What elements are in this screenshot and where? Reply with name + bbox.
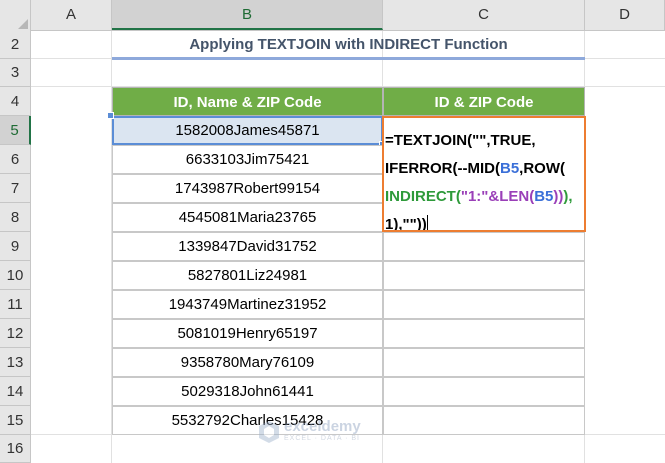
row-header-15[interactable]: 15 (0, 406, 31, 435)
select-all-corner[interactable] (0, 0, 31, 31)
cell-b7[interactable]: 1743987Robert99154 (112, 174, 383, 203)
cell-c15[interactable] (383, 406, 585, 435)
title-underline (112, 57, 585, 60)
cell-b14[interactable]: 5029318John61441 (112, 377, 383, 406)
cell-c11[interactable] (383, 290, 585, 319)
exceldemy-logo-icon (259, 421, 279, 443)
cell-c14[interactable] (383, 377, 585, 406)
row-header-14[interactable]: 14 (0, 377, 31, 406)
selection-handle[interactable] (107, 112, 114, 119)
cell-b11[interactable]: 1943749Martinez31952 (112, 290, 383, 319)
table-header-id-zip[interactable]: ID & ZIP Code (383, 87, 585, 116)
column-header-a[interactable]: A (31, 0, 112, 30)
column-header-b[interactable]: B (112, 0, 383, 30)
formula-line-3-fn: INDIRECT( (385, 188, 461, 205)
cell-c9[interactable] (383, 232, 585, 261)
row-header-9[interactable]: 9 (0, 232, 31, 261)
row-header-7[interactable]: 7 (0, 174, 31, 203)
exceldemy-watermark: exceldemy EXCEL · DATA · BI (258, 418, 408, 448)
cell-b9[interactable]: 1339847David31752 (112, 232, 383, 261)
watermark-tagline: EXCEL · DATA · BI (284, 435, 360, 442)
table-header-id-name-zip[interactable]: ID, Name & ZIP Code (112, 87, 383, 116)
formula-line-4: 1),"")) (385, 216, 427, 232)
watermark-name: exceldemy (284, 418, 361, 435)
cell-b10[interactable]: 5827801Liz24981 (112, 261, 383, 290)
row-header-3[interactable]: 3 (0, 59, 31, 87)
select-all-triangle-icon (18, 19, 28, 29)
row-header-4[interactable]: 4 (0, 87, 31, 116)
formula-line-2-fn: IFERROR(--MID( (385, 160, 500, 177)
cell-c10[interactable] (383, 261, 585, 290)
sheet-title[interactable]: Applying TEXTJOIN with INDIRECT Function (112, 31, 585, 59)
row-header-11[interactable]: 11 (0, 290, 31, 319)
formula-line-3-close: )) (553, 188, 564, 205)
row-header-10[interactable]: 10 (0, 261, 31, 290)
formula-ref-b5-2: B5 (534, 188, 554, 205)
formula-line-2-row: ,ROW( (519, 160, 565, 177)
column-header-c[interactable]: C (383, 0, 585, 30)
formula-line-3-end: ), (563, 188, 573, 205)
row-header-13[interactable]: 13 (0, 348, 31, 377)
row-header-5[interactable]: 5 (0, 116, 31, 145)
cell-b13[interactable]: 9358780Mary76109 (112, 348, 383, 377)
row-header-12[interactable]: 12 (0, 319, 31, 348)
cell-b12[interactable]: 5081019Henry65197 (112, 319, 383, 348)
formula-edit-cell-c5[interactable]: =TEXTJOIN("",TRUE, IFERROR(--MID(B5,ROW(… (382, 116, 586, 232)
row-header-6[interactable]: 6 (0, 145, 31, 174)
text-cursor (426, 215, 428, 230)
row-header-8[interactable]: 8 (0, 203, 31, 232)
row-header-2[interactable]: 2 (0, 31, 31, 59)
row-header-16[interactable]: 16 (0, 435, 31, 463)
cell-b6[interactable]: 6633103Jim75421 (112, 145, 383, 174)
cell-c12[interactable] (383, 319, 585, 348)
cell-c13[interactable] (383, 348, 585, 377)
formula-line-1: =TEXTJOIN("",TRUE, (385, 132, 536, 149)
column-header-d[interactable]: D (585, 0, 665, 30)
formula-ref-b5: B5 (499, 160, 520, 177)
cell-b5[interactable]: 1582008James45871 (112, 116, 383, 145)
formula-line-3-arg: "1:"&LEN( (460, 188, 535, 205)
cell-b8[interactable]: 4545081Maria23765 (112, 203, 383, 232)
